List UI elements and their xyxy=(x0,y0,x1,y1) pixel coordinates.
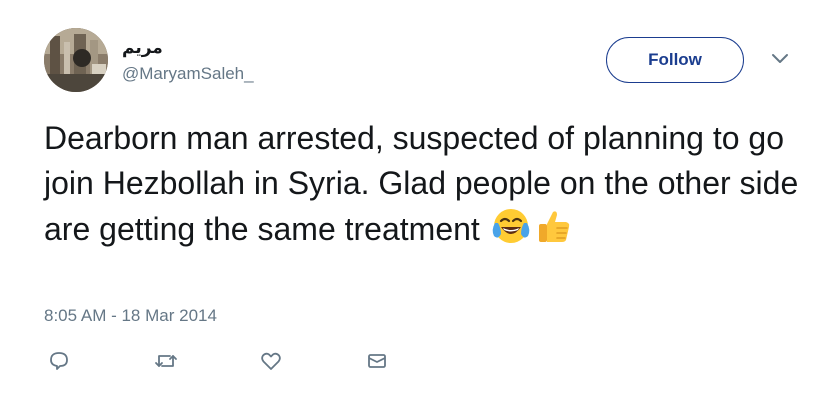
face-with-tears-of-joy-icon xyxy=(491,206,531,258)
retweet-icon[interactable] xyxy=(150,346,180,376)
heart-icon[interactable] xyxy=(256,346,286,376)
tweet-text: Dearborn man arrested, suspected of plan… xyxy=(44,116,804,258)
tweet-actions xyxy=(44,346,444,376)
display-name[interactable]: مريم xyxy=(122,38,163,58)
chevron-down-icon[interactable] xyxy=(770,52,790,66)
reply-icon[interactable] xyxy=(44,346,74,376)
follow-button[interactable]: Follow xyxy=(606,37,744,83)
user-handle[interactable]: @MaryamSaleh_ xyxy=(122,64,254,84)
profile-photo-icon xyxy=(44,28,108,92)
thumbs-up-icon xyxy=(533,206,573,258)
envelope-icon[interactable] xyxy=(362,346,392,376)
tweet-timestamp[interactable]: 8:05 AM - 18 Mar 2014 xyxy=(44,306,217,326)
avatar[interactable] xyxy=(44,28,108,92)
tweet-body: Dearborn man arrested, suspected of plan… xyxy=(44,120,799,247)
tweet-card: مريم @MaryamSaleh_ Follow Dearborn man a… xyxy=(0,0,820,404)
